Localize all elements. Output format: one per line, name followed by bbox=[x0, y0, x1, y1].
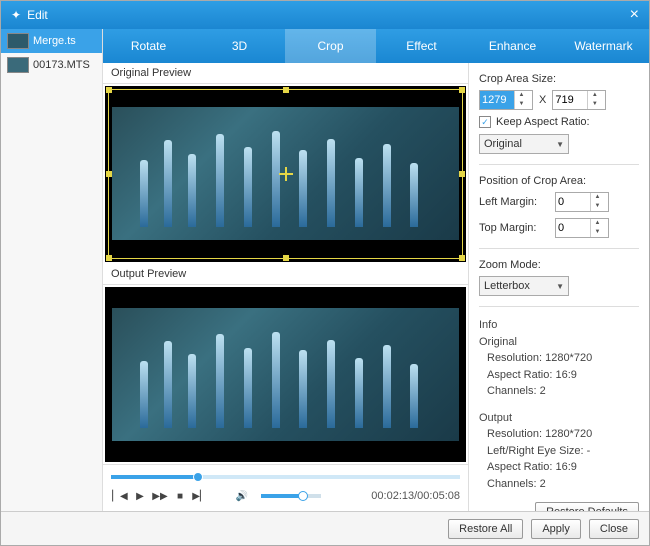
crop-center-icon[interactable] bbox=[279, 167, 293, 181]
top-margin-label: Top Margin: bbox=[479, 222, 549, 234]
original-preview[interactable] bbox=[105, 86, 466, 262]
crop-handle-ml[interactable] bbox=[106, 171, 112, 177]
window-title: Edit bbox=[27, 8, 48, 22]
left-margin-label: Left Margin: bbox=[479, 196, 549, 208]
tab-crop[interactable]: Crop bbox=[285, 29, 376, 63]
chevron-down-icon: ▼ bbox=[556, 140, 564, 149]
position-label: Position of Crop Area: bbox=[479, 175, 639, 187]
close-icon[interactable]: × bbox=[630, 6, 639, 24]
volume-icon[interactable]: 🔊 bbox=[233, 487, 251, 505]
info-output-resolution: Resolution: 1280*720 bbox=[487, 426, 639, 443]
playback-controls: ▏◀ ▶ ▶▶ ■ ▶▏ 🔊 00:02:13/00:05:08 bbox=[103, 464, 468, 511]
info-heading: Info bbox=[479, 317, 639, 334]
crop-settings-panel: Crop Area Size: ▲▼ X ▲▼ ✓ bbox=[469, 63, 649, 511]
zoom-mode-label: Zoom Mode: bbox=[479, 259, 639, 271]
thumbnail bbox=[7, 57, 29, 73]
crop-height-input[interactable] bbox=[553, 91, 587, 109]
crop-area-size-label: Crop Area Size: bbox=[479, 73, 639, 85]
file-sidebar: Merge.ts 00173.MTS bbox=[1, 29, 103, 511]
titlebar: ✦ Edit × bbox=[1, 1, 649, 29]
info-original-aspect: Aspect Ratio: 16:9 bbox=[487, 367, 639, 384]
chevron-down-icon: ▼ bbox=[556, 282, 564, 291]
tab-effect[interactable]: Effect bbox=[376, 29, 467, 63]
left-margin-stepper[interactable]: ▲▼ bbox=[555, 192, 609, 212]
keep-aspect-checkbox[interactable]: ✓ bbox=[479, 116, 491, 128]
chevron-down-icon[interactable]: ▼ bbox=[588, 100, 601, 109]
aspect-select-value: Original bbox=[484, 138, 522, 150]
chevron-down-icon[interactable]: ▼ bbox=[591, 202, 604, 211]
stop-button[interactable]: ■ bbox=[171, 487, 189, 505]
crop-width-input[interactable] bbox=[480, 91, 514, 109]
crop-handle-tl[interactable] bbox=[106, 87, 112, 93]
aspect-select[interactable]: Original ▼ bbox=[479, 134, 569, 154]
sidebar-item-merge[interactable]: Merge.ts bbox=[1, 29, 102, 53]
footer: Restore All Apply Close bbox=[1, 511, 649, 545]
thumbnail bbox=[7, 33, 29, 49]
crop-rectangle[interactable] bbox=[108, 89, 463, 259]
sidebar-item-00173[interactable]: 00173.MTS bbox=[1, 53, 102, 77]
zoom-mode-value: Letterbox bbox=[484, 280, 530, 292]
info-original-resolution: Resolution: 1280*720 bbox=[487, 350, 639, 367]
play-button[interactable]: ▶ bbox=[131, 487, 149, 505]
chevron-down-icon[interactable]: ▼ bbox=[515, 100, 528, 109]
prev-button[interactable]: ▏◀ bbox=[111, 487, 129, 505]
chevron-up-icon[interactable]: ▲ bbox=[591, 193, 604, 202]
crop-width-stepper[interactable]: ▲▼ bbox=[479, 90, 533, 110]
sidebar-item-label: 00173.MTS bbox=[33, 59, 90, 71]
crop-handle-tr[interactable] bbox=[459, 87, 465, 93]
tab-rotate[interactable]: Rotate bbox=[103, 29, 194, 63]
output-preview-label: Output Preview bbox=[103, 264, 468, 285]
x-separator: X bbox=[539, 94, 546, 106]
tab-3d[interactable]: 3D bbox=[194, 29, 285, 63]
info-block: Info Original Resolution: 1280*720 Aspec… bbox=[479, 317, 639, 492]
info-output-eyesize: Left/Right Eye Size: - bbox=[487, 443, 639, 460]
output-preview bbox=[105, 287, 466, 463]
restore-defaults-button[interactable]: Restore Defaults bbox=[535, 502, 639, 511]
sidebar-item-label: Merge.ts bbox=[33, 35, 76, 47]
crop-handle-bl[interactable] bbox=[106, 255, 112, 261]
info-output-label: Output bbox=[479, 410, 639, 427]
left-margin-input[interactable] bbox=[556, 193, 590, 211]
keep-aspect-label: Keep Aspect Ratio: bbox=[496, 116, 590, 128]
seek-bar[interactable] bbox=[111, 475, 460, 479]
top-margin-input[interactable] bbox=[556, 219, 590, 237]
chevron-up-icon[interactable]: ▲ bbox=[588, 91, 601, 100]
top-margin-stepper[interactable]: ▲▼ bbox=[555, 218, 609, 238]
crop-height-stepper[interactable]: ▲▼ bbox=[552, 90, 606, 110]
app-icon: ✦ bbox=[11, 8, 21, 22]
next-button[interactable]: ▶▏ bbox=[191, 487, 209, 505]
info-original-channels: Channels: 2 bbox=[487, 383, 639, 400]
crop-handle-br[interactable] bbox=[459, 255, 465, 261]
apply-button[interactable]: Apply bbox=[531, 519, 581, 539]
close-button[interactable]: Close bbox=[589, 519, 639, 539]
original-preview-label: Original Preview bbox=[103, 63, 468, 84]
volume-slider[interactable] bbox=[261, 494, 321, 498]
crop-handle-tm[interactable] bbox=[283, 87, 289, 93]
tab-enhance[interactable]: Enhance bbox=[467, 29, 558, 63]
crop-handle-bm[interactable] bbox=[283, 255, 289, 261]
info-output-aspect: Aspect Ratio: 16:9 bbox=[487, 459, 639, 476]
restore-all-button[interactable]: Restore All bbox=[448, 519, 523, 539]
info-output-channels: Channels: 2 bbox=[487, 476, 639, 493]
info-original-label: Original bbox=[479, 334, 639, 351]
video-frame bbox=[112, 308, 459, 441]
tab-bar: Rotate 3D Crop Effect Enhance Watermark bbox=[103, 29, 649, 63]
time-display: 00:02:13/00:05:08 bbox=[371, 490, 460, 502]
crop-handle-mr[interactable] bbox=[459, 171, 465, 177]
ffwd-button[interactable]: ▶▶ bbox=[151, 487, 169, 505]
zoom-mode-select[interactable]: Letterbox ▼ bbox=[479, 276, 569, 296]
chevron-up-icon[interactable]: ▲ bbox=[591, 219, 604, 228]
tab-watermark[interactable]: Watermark bbox=[558, 29, 649, 63]
chevron-up-icon[interactable]: ▲ bbox=[515, 91, 528, 100]
chevron-down-icon[interactable]: ▼ bbox=[591, 228, 604, 237]
